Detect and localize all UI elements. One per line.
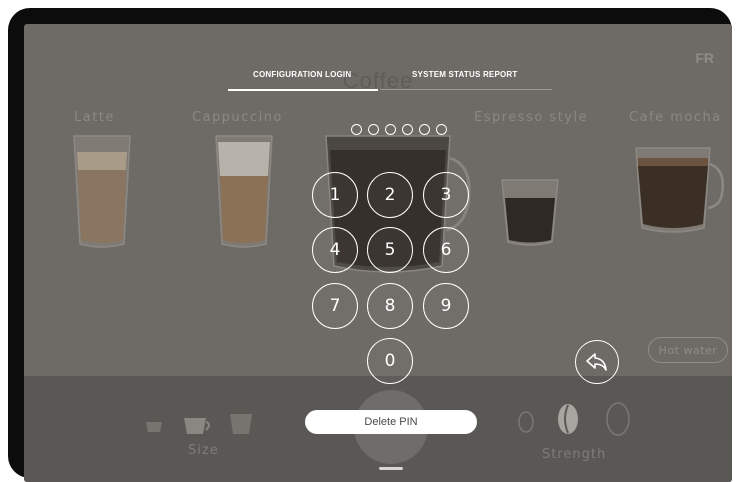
pin-dot (385, 124, 396, 135)
tab-underline (380, 89, 552, 90)
keypad-key-7[interactable]: 7 (312, 283, 358, 329)
strength-label: Strength (542, 447, 607, 462)
cappuccino-glass-icon[interactable] (210, 130, 278, 252)
tab-system-status-report[interactable]: SYSTEM STATUS REPORT (412, 70, 518, 79)
keypad-key-5[interactable]: 5 (367, 227, 413, 273)
hot-water-button[interactable]: Hot water (648, 337, 728, 363)
language-toggle[interactable]: FR (695, 50, 714, 66)
drink-label-mocha[interactable]: Cafe mocha (629, 110, 722, 125)
drink-label-cappuccino[interactable]: Cappuccino (192, 110, 283, 125)
size-label: Size (188, 443, 219, 458)
espresso-glass-icon[interactable] (498, 174, 562, 250)
drink-label-espresso[interactable]: Espresso style (474, 110, 588, 125)
pin-indicator (351, 124, 451, 138)
keypad-key-3[interactable]: 3 (423, 172, 469, 218)
keypad-key-6[interactable]: 6 (423, 227, 469, 273)
active-tab-indicator (228, 89, 378, 91)
pin-dot (368, 124, 379, 135)
keypad-key-8[interactable]: 8 (367, 283, 413, 329)
login-tabs: CONFIGURATION LOGIN SYSTEM STATUS REPORT (24, 70, 732, 94)
pin-dot (402, 124, 413, 135)
device-bezel: Coffee FR Latte Cappuccino Espresso styl… (8, 8, 732, 482)
keypad-key-0[interactable]: 0 (367, 338, 413, 384)
keypad-key-9[interactable]: 9 (423, 283, 469, 329)
home-indicator[interactable] (379, 467, 403, 470)
drink-label-latte[interactable]: Latte (74, 110, 115, 125)
keypad-key-2[interactable]: 2 (367, 172, 413, 218)
back-arrow-icon (586, 353, 607, 371)
coffee-bean-icon[interactable] (518, 402, 638, 436)
pin-dot (351, 124, 362, 135)
pin-dot (436, 124, 447, 135)
mocha-mug-icon[interactable] (630, 142, 726, 238)
pin-dot (419, 124, 430, 135)
tab-configuration-login[interactable]: CONFIGURATION LOGIN (253, 70, 351, 79)
keypad-key-4[interactable]: 4 (312, 227, 358, 273)
keypad-key-1[interactable]: 1 (312, 172, 358, 218)
size-cups-icon[interactable] (144, 412, 254, 438)
latte-glass-icon[interactable] (68, 130, 136, 252)
machine-screen: Coffee FR Latte Cappuccino Espresso styl… (24, 24, 732, 482)
delete-pin-button[interactable]: Delete PIN (305, 410, 477, 434)
back-button[interactable] (575, 340, 619, 384)
